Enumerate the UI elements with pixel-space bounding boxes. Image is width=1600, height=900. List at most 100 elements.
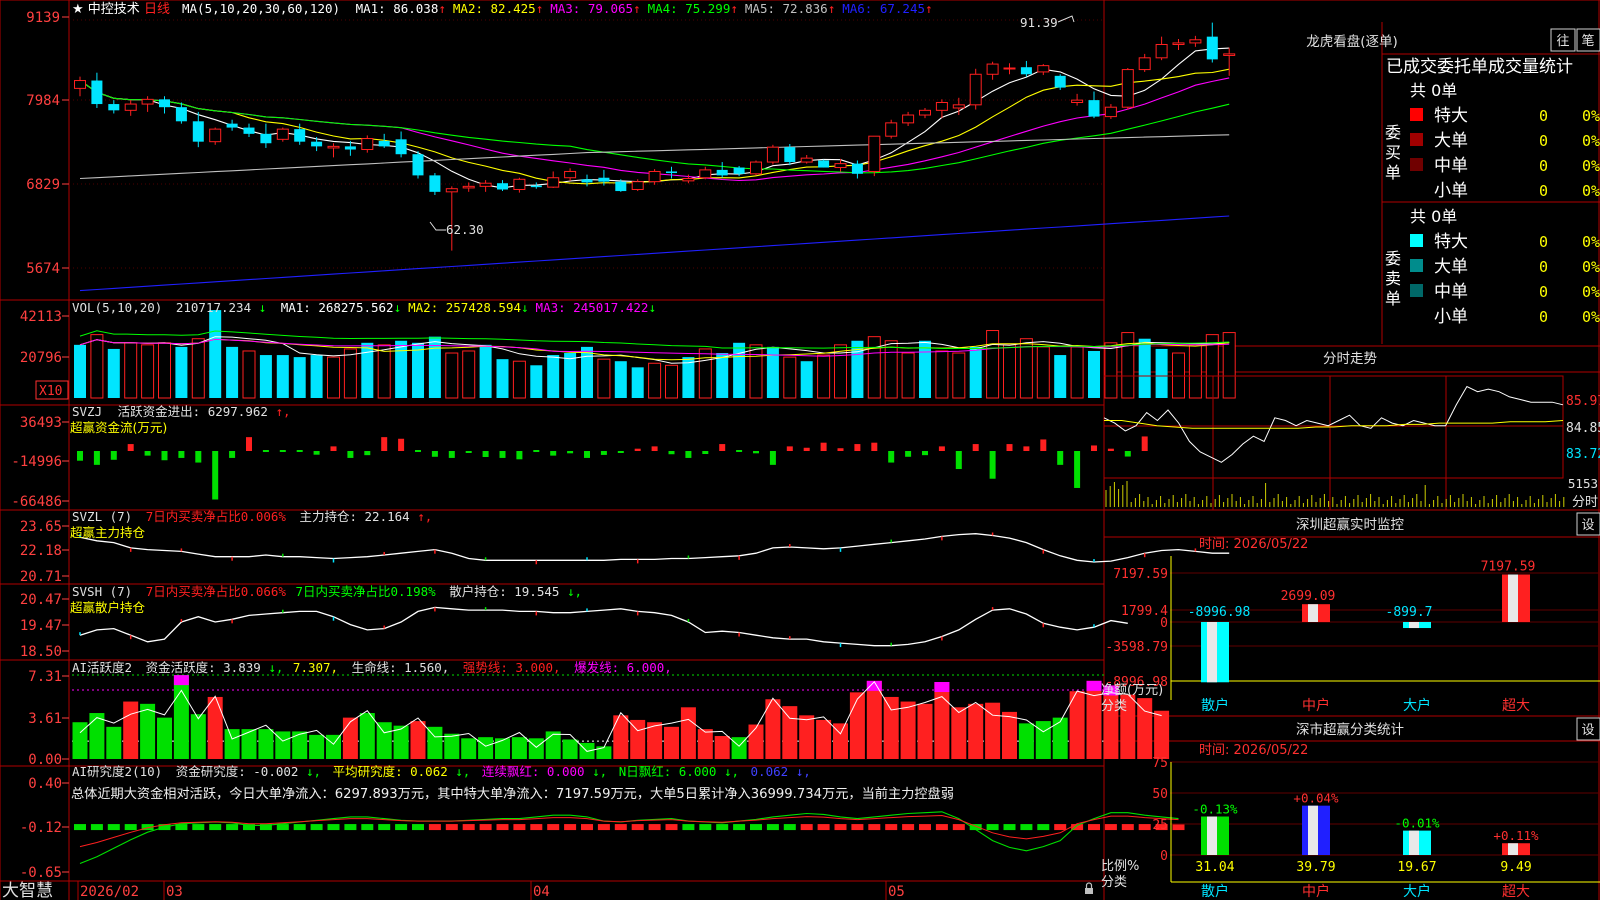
flow-bar: [769, 451, 776, 465]
svzl-subtitle: 超赢主力持仓: [70, 525, 146, 540]
longhu-btn-bi[interactable]: 笔: [1576, 28, 1600, 52]
classify-bars: 75 50 25 0 -0.13% 31.04 散户 +0.04% 39.79 中户 -0.01% 1…: [1152, 756, 1600, 900]
flow-bar: [1040, 439, 1047, 451]
research-bar: [344, 824, 357, 831]
research-bar: [327, 824, 340, 831]
main-chart-panel[interactable]: 9139 7984 6829 5674 ★ 中控技术 日线 MA(5,10,20,30…: [26, 1, 1236, 292]
classify-settings-button[interactable]: 设: [1576, 717, 1600, 741]
activity-peak: [934, 682, 950, 693]
y-tick-label: 23.65: [20, 519, 62, 535]
activity-bar: [309, 734, 325, 759]
y-tick-label: 0.00: [28, 752, 62, 768]
activity-bar: [326, 734, 341, 759]
candle-body: [294, 129, 306, 142]
svzj-arrow: ↑,: [275, 404, 290, 419]
longhu-btn-wang[interactable]: 往: [1550, 28, 1576, 52]
longhu-row-count: 0: [1539, 157, 1548, 175]
research-bar: [733, 824, 746, 831]
monitor-bar: [1403, 622, 1431, 629]
ma-legend: MA(5,10,20,30,60,120) MA1: 86.038↑ MA2: 8…: [182, 1, 933, 16]
classify-bar: [1403, 830, 1431, 855]
activity-bar: [1052, 717, 1068, 759]
candle-body: [327, 145, 340, 149]
activity-bar: [900, 701, 916, 759]
activity-peak: [173, 675, 189, 686]
monitor-value-label: -8996.98: [1188, 605, 1251, 620]
longhu-row-pct: 0%: [1582, 107, 1600, 125]
ai-activity-panel[interactable]: AI活跃度2 资金活跃度: 3.839 ↓, 7.307, 生命线: 1.560…: [28, 660, 1170, 768]
flow-bar: [736, 450, 743, 452]
ma-legend-arrow: ↑: [438, 1, 446, 16]
ai1-p3: 生命线: 1.560,: [352, 660, 450, 675]
svzl-panel[interactable]: SVZL (7) 7日内买卖净占比0.006% 主力持仓: 22.164 ↑, …: [20, 509, 1230, 585]
monitor-bar-shine: [1207, 622, 1217, 683]
flow-bar: [837, 448, 844, 451]
research-bar: [716, 824, 729, 831]
ma-legend-arrow: ↑: [828, 1, 836, 16]
date-axis: 2026/02 03 04 05: [77, 881, 905, 900]
candle-body: [91, 80, 103, 105]
activity-bar: [613, 715, 629, 759]
volume-bar: [1121, 332, 1135, 399]
volume-bar: [901, 352, 915, 399]
classify-bar: [1302, 805, 1330, 855]
research-bar: [935, 824, 948, 831]
volume-bar: [867, 336, 881, 399]
flow-bar: [888, 451, 895, 463]
longhu-btn2-label: 笔: [1581, 33, 1594, 49]
lock-icon[interactable]: [1085, 882, 1093, 894]
monitor-panel[interactable]: 深圳超赢实时监控 设 时间: 2026/05/22 7197.591799.40…: [1101, 512, 1600, 714]
svsh-panel[interactable]: SVSH (7) 7日内买卖净占比0.066% 7日内买卖净占比0.198% 散…: [20, 584, 1128, 660]
classify-y-tick: 50: [1152, 787, 1168, 802]
flow-bar: [1091, 445, 1097, 451]
classify-panel[interactable]: 深市超赢分类统计 设 时间: 2026/05/22 75 50 25 0 -0.13% 3…: [1101, 717, 1600, 900]
candle-body: [902, 114, 915, 124]
candle-body: [311, 141, 323, 147]
research-bar: [496, 824, 509, 831]
flow-bar: [803, 447, 810, 451]
legend-swatch: [1410, 234, 1423, 247]
candle-body: [1189, 39, 1202, 44]
y-tick-label: -66486: [11, 494, 62, 510]
candle-body: [445, 188, 458, 193]
volume-bar: [1155, 348, 1168, 398]
longhu-row-count: 0: [1539, 182, 1548, 200]
monitor-category: 散户: [1201, 697, 1229, 714]
longhu-title: 龙虎看盘(逐单): [1306, 33, 1398, 50]
ai-research-panel[interactable]: AI研究度2(10) 资金研究度: -0.002 ↓, 平均研究度: 0.062…: [20, 764, 1185, 881]
volume-bar: [631, 367, 644, 398]
research-bar: [530, 824, 543, 831]
ma-line: [79, 47, 1230, 189]
ai2-p2: 平均研究度: 0.062: [333, 764, 448, 779]
classify-change-label: -0.13%: [1192, 802, 1238, 817]
high-price-label: 91.39: [1020, 15, 1058, 30]
research-bar: [834, 824, 847, 831]
candle-body: [530, 185, 542, 188]
research-bar: [1172, 824, 1185, 831]
activity-bar: [292, 731, 308, 759]
flow-bar: [110, 451, 117, 460]
longhu-row-count: 0: [1539, 283, 1548, 301]
flow-bar: [229, 451, 236, 458]
monitor-settings-button[interactable]: 设: [1576, 512, 1600, 536]
classify-y-tick: 25: [1152, 818, 1168, 833]
svzj-panel[interactable]: SVZJ 活跃资金进出: 6297.962 ↑, 超赢资金流(万元) 36493…: [11, 404, 1148, 510]
activity-bar: [359, 713, 375, 759]
candle-body: [919, 109, 931, 116]
longhu-row-pct: 0%: [1582, 283, 1600, 301]
classify-category: 散户: [1201, 883, 1229, 900]
volume-panel[interactable]: VOL(5,10,20) 210717.234 ↓ MA1: 268275.56…: [20, 300, 1236, 400]
candle-body: [834, 163, 847, 169]
ai-research-legend: AI研究度2(10) 资金研究度: -0.002 ↓, 平均研究度: 0.062…: [72, 764, 811, 779]
longhu-side-char: 单: [1385, 289, 1401, 308]
main-y-axis: 9139 7984 6829 5674: [26, 10, 69, 277]
monitor-bar: [1302, 604, 1330, 622]
activity-bar: [816, 719, 832, 759]
flow-bar: [296, 450, 303, 452]
volume-bar: [884, 340, 898, 399]
flow-bar: [195, 451, 202, 463]
flow-bar: [499, 451, 506, 458]
candle-body: [1155, 43, 1168, 59]
activity-bar: [224, 729, 240, 759]
longhu-panel[interactable]: 龙虎看盘(逐单) 往 笔 已成交委托单成交量统计 共 0单委买单特大 0 0%大单 0…: [1306, 28, 1600, 327]
